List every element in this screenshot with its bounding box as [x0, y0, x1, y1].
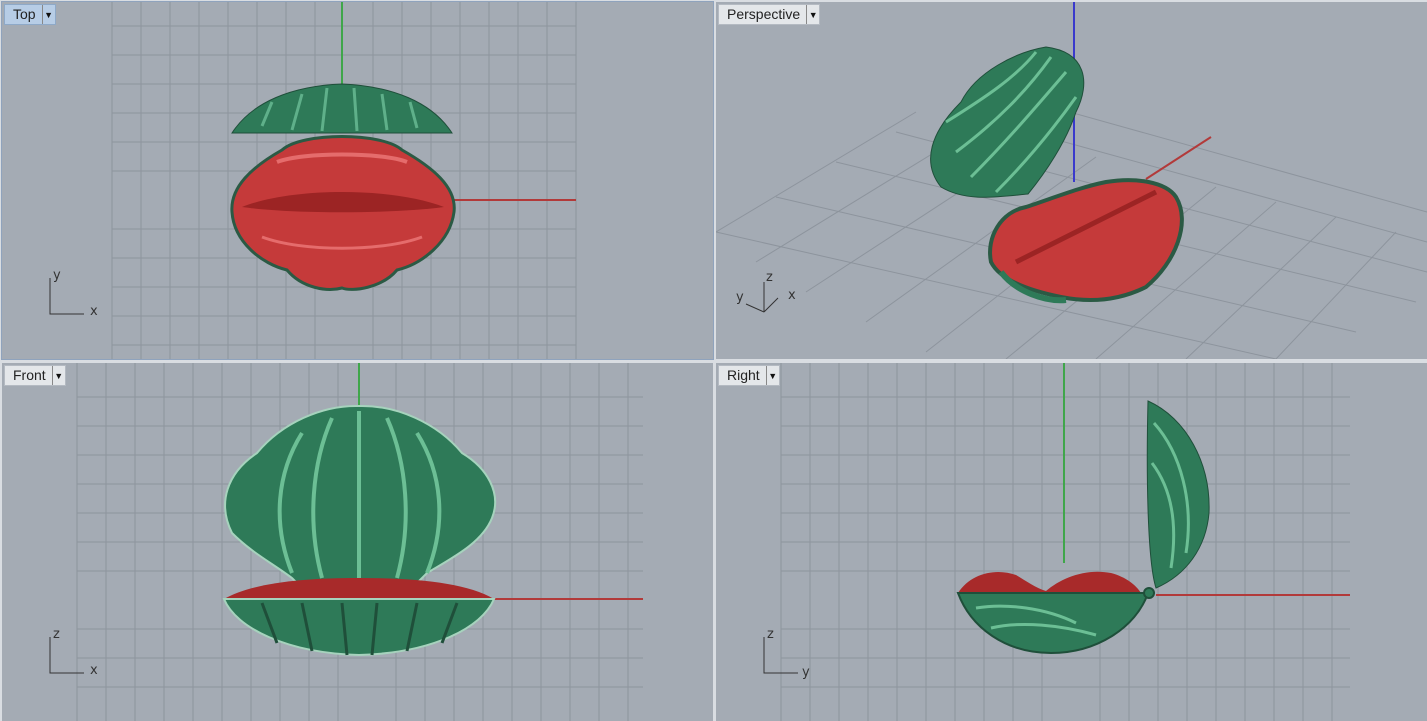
- axis-label-x: x: [90, 663, 98, 678]
- axis-indicator-front: z x: [46, 627, 106, 679]
- axis-label-z: z: [767, 627, 774, 642]
- top-base-shell: [230, 135, 456, 291]
- right-grid: [780, 363, 1350, 721]
- viewport-perspective-title-tab[interactable]: Perspective ▼: [718, 4, 821, 25]
- axis-label-y: y: [53, 268, 61, 283]
- axis-indicator-top: y x: [46, 268, 106, 319]
- x-axis-line: [1145, 136, 1212, 180]
- axis-indicator-right: z y: [760, 627, 820, 681]
- perspective-lid-shell: [930, 46, 1085, 198]
- viewport-front-title-tab[interactable]: Front ▼: [4, 365, 66, 386]
- chevron-down-icon[interactable]: ▼: [806, 5, 819, 24]
- viewport-right-title-tab[interactable]: Right ▼: [718, 365, 780, 386]
- viewport-top-title: Top: [13, 6, 36, 22]
- top-lid-shell: [231, 83, 453, 134]
- chevron-down-icon[interactable]: ▼: [765, 366, 779, 385]
- viewport-front[interactable]: Front ▼ z x: [2, 363, 713, 721]
- axis-label-x: x: [788, 288, 796, 303]
- viewport-right-title: Right: [727, 367, 760, 383]
- axis-label-x: x: [90, 304, 98, 319]
- viewport-top-title-tab[interactable]: Top ▼: [4, 4, 56, 25]
- top-view-scene[interactable]: [2, 2, 713, 359]
- viewport-top[interactable]: Top ▼ y x: [1, 1, 714, 360]
- perspective-view-scene[interactable]: [716, 2, 1427, 359]
- viewport-right[interactable]: Right ▼ z y: [716, 363, 1427, 721]
- chevron-down-icon[interactable]: ▼: [41, 5, 55, 24]
- axis-label-y: y: [802, 665, 810, 680]
- right-view-scene[interactable]: [716, 363, 1427, 721]
- axis-label-z: z: [53, 627, 60, 642]
- axis-indicator-perspective: y z x: [734, 270, 804, 320]
- viewport-perspective-title: Perspective: [727, 6, 801, 22]
- chevron-down-icon[interactable]: ▼: [51, 366, 65, 385]
- front-view-scene[interactable]: [2, 363, 713, 721]
- perspective-base-shell: [988, 178, 1184, 304]
- right-lid-shell: [1146, 400, 1210, 589]
- axis-label-y: y: [736, 290, 744, 305]
- viewport-front-title: Front: [13, 367, 46, 383]
- right-base-shell: [956, 571, 1155, 655]
- front-lid-shell: [224, 404, 497, 589]
- axis-label-z: z: [766, 270, 773, 285]
- viewport-perspective[interactable]: Perspective ▼ y z x: [716, 2, 1427, 359]
- quad-viewport-layout: Top ▼ y x Perspective ▼ y z x Front ▼ z …: [0, 0, 1427, 721]
